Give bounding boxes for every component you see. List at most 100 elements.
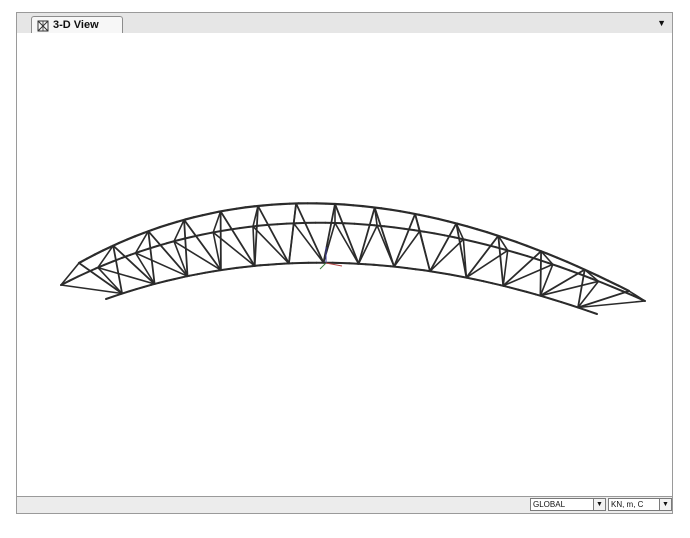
truss-member <box>389 208 402 213</box>
truss-member <box>419 230 431 272</box>
truss-member <box>515 252 529 258</box>
truss-member <box>476 228 489 234</box>
truss-member <box>226 207 238 212</box>
truss-member <box>393 213 417 268</box>
axis-y-icon <box>319 262 327 270</box>
truss-member <box>429 222 458 273</box>
truss-member <box>505 237 518 244</box>
truss-member <box>77 271 88 278</box>
truss-member <box>244 205 256 209</box>
truss-member <box>288 222 295 265</box>
truss-member <box>235 206 247 210</box>
truss-member <box>186 269 222 277</box>
truss-member <box>474 241 487 246</box>
truss-member <box>220 228 232 232</box>
truss-member <box>557 265 571 272</box>
truss-member <box>174 237 186 242</box>
truss-member <box>536 258 550 264</box>
truss-member <box>578 306 590 312</box>
truss-member <box>103 260 114 266</box>
truss-member <box>238 225 250 230</box>
coordinate-system-value: GLOBAL <box>533 500 566 509</box>
truss-member <box>596 274 610 282</box>
truss-member <box>579 273 592 280</box>
truss-member <box>433 232 446 237</box>
truss-member <box>502 285 542 297</box>
truss-member <box>352 204 364 208</box>
truss-member <box>134 231 145 238</box>
truss-model-canvas[interactable] <box>17 33 672 497</box>
truss-member <box>68 275 80 282</box>
truss-member <box>393 265 431 272</box>
truss-member <box>380 207 392 211</box>
truss-member <box>555 256 569 263</box>
truss-member <box>427 215 440 220</box>
truss-member <box>257 205 290 265</box>
truss-member <box>121 283 156 295</box>
3d-view-window: 3-D View ▼ GLOBAL ▼ KN, m, C ▼ <box>16 12 673 514</box>
truss-member <box>138 247 150 253</box>
truss-member <box>393 226 406 230</box>
window-menu-dropdown-icon[interactable]: ▼ <box>657 18 666 28</box>
truss-member <box>167 220 178 226</box>
truss-member <box>539 295 579 309</box>
truss-member <box>334 222 360 265</box>
truss-member <box>539 250 542 297</box>
truss-member <box>126 235 137 241</box>
truss-member <box>566 260 579 268</box>
truss-member <box>502 250 542 287</box>
truss-member <box>112 292 122 298</box>
truss-member <box>192 214 204 219</box>
truss-member <box>437 217 450 223</box>
truss-member <box>376 224 395 268</box>
units-value: KN, m, C <box>611 500 644 509</box>
truss-member <box>539 268 586 297</box>
truss-member <box>486 231 498 237</box>
truss-member <box>276 222 288 226</box>
truss-member <box>209 210 221 215</box>
truss-member <box>219 210 256 267</box>
truss-member <box>525 244 538 251</box>
truss-member <box>587 309 598 315</box>
truss-member <box>383 225 396 229</box>
truss-member <box>353 222 366 226</box>
3d-viewport[interactable] <box>17 33 672 497</box>
truss-member <box>105 295 115 300</box>
truss-member <box>60 262 80 286</box>
truss-member <box>463 238 477 243</box>
truss-member <box>252 225 256 267</box>
truss-member <box>266 223 279 226</box>
truss-member <box>184 216 195 221</box>
truss-member <box>85 253 97 260</box>
3d-frame-icon <box>37 19 49 32</box>
truss-member <box>545 252 559 259</box>
truss-member <box>465 276 504 287</box>
truss-member <box>153 275 189 285</box>
truss-member <box>502 249 509 287</box>
truss-member <box>212 210 222 234</box>
truss-member <box>361 205 374 209</box>
truss-member <box>466 225 479 231</box>
truss-member <box>399 210 411 214</box>
truss-member <box>429 238 465 272</box>
status-bar: GLOBAL ▼ KN, m, C ▼ <box>17 496 672 513</box>
truss-member <box>261 203 273 207</box>
truss-member <box>429 270 468 279</box>
truss-member <box>257 223 269 227</box>
truss-member <box>418 213 430 218</box>
chevron-down-icon[interactable]: ▼ <box>593 499 605 510</box>
truss-member <box>150 226 162 232</box>
truss-member <box>515 241 528 247</box>
truss-member <box>117 238 129 245</box>
tab-3d-view[interactable]: 3-D View <box>31 16 123 33</box>
units-select[interactable]: KN, m, C ▼ <box>608 498 672 511</box>
truss-member <box>343 203 355 207</box>
truss-member <box>373 224 386 228</box>
truss-member <box>201 212 212 217</box>
truss-member <box>77 257 89 265</box>
coordinate-system-select[interactable]: GLOBAL ▼ <box>530 498 606 511</box>
tab-bar: 3-D View ▼ <box>17 13 672 34</box>
truss-member <box>201 231 213 236</box>
chevron-down-icon[interactable]: ▼ <box>659 499 671 510</box>
truss-member <box>343 222 356 225</box>
